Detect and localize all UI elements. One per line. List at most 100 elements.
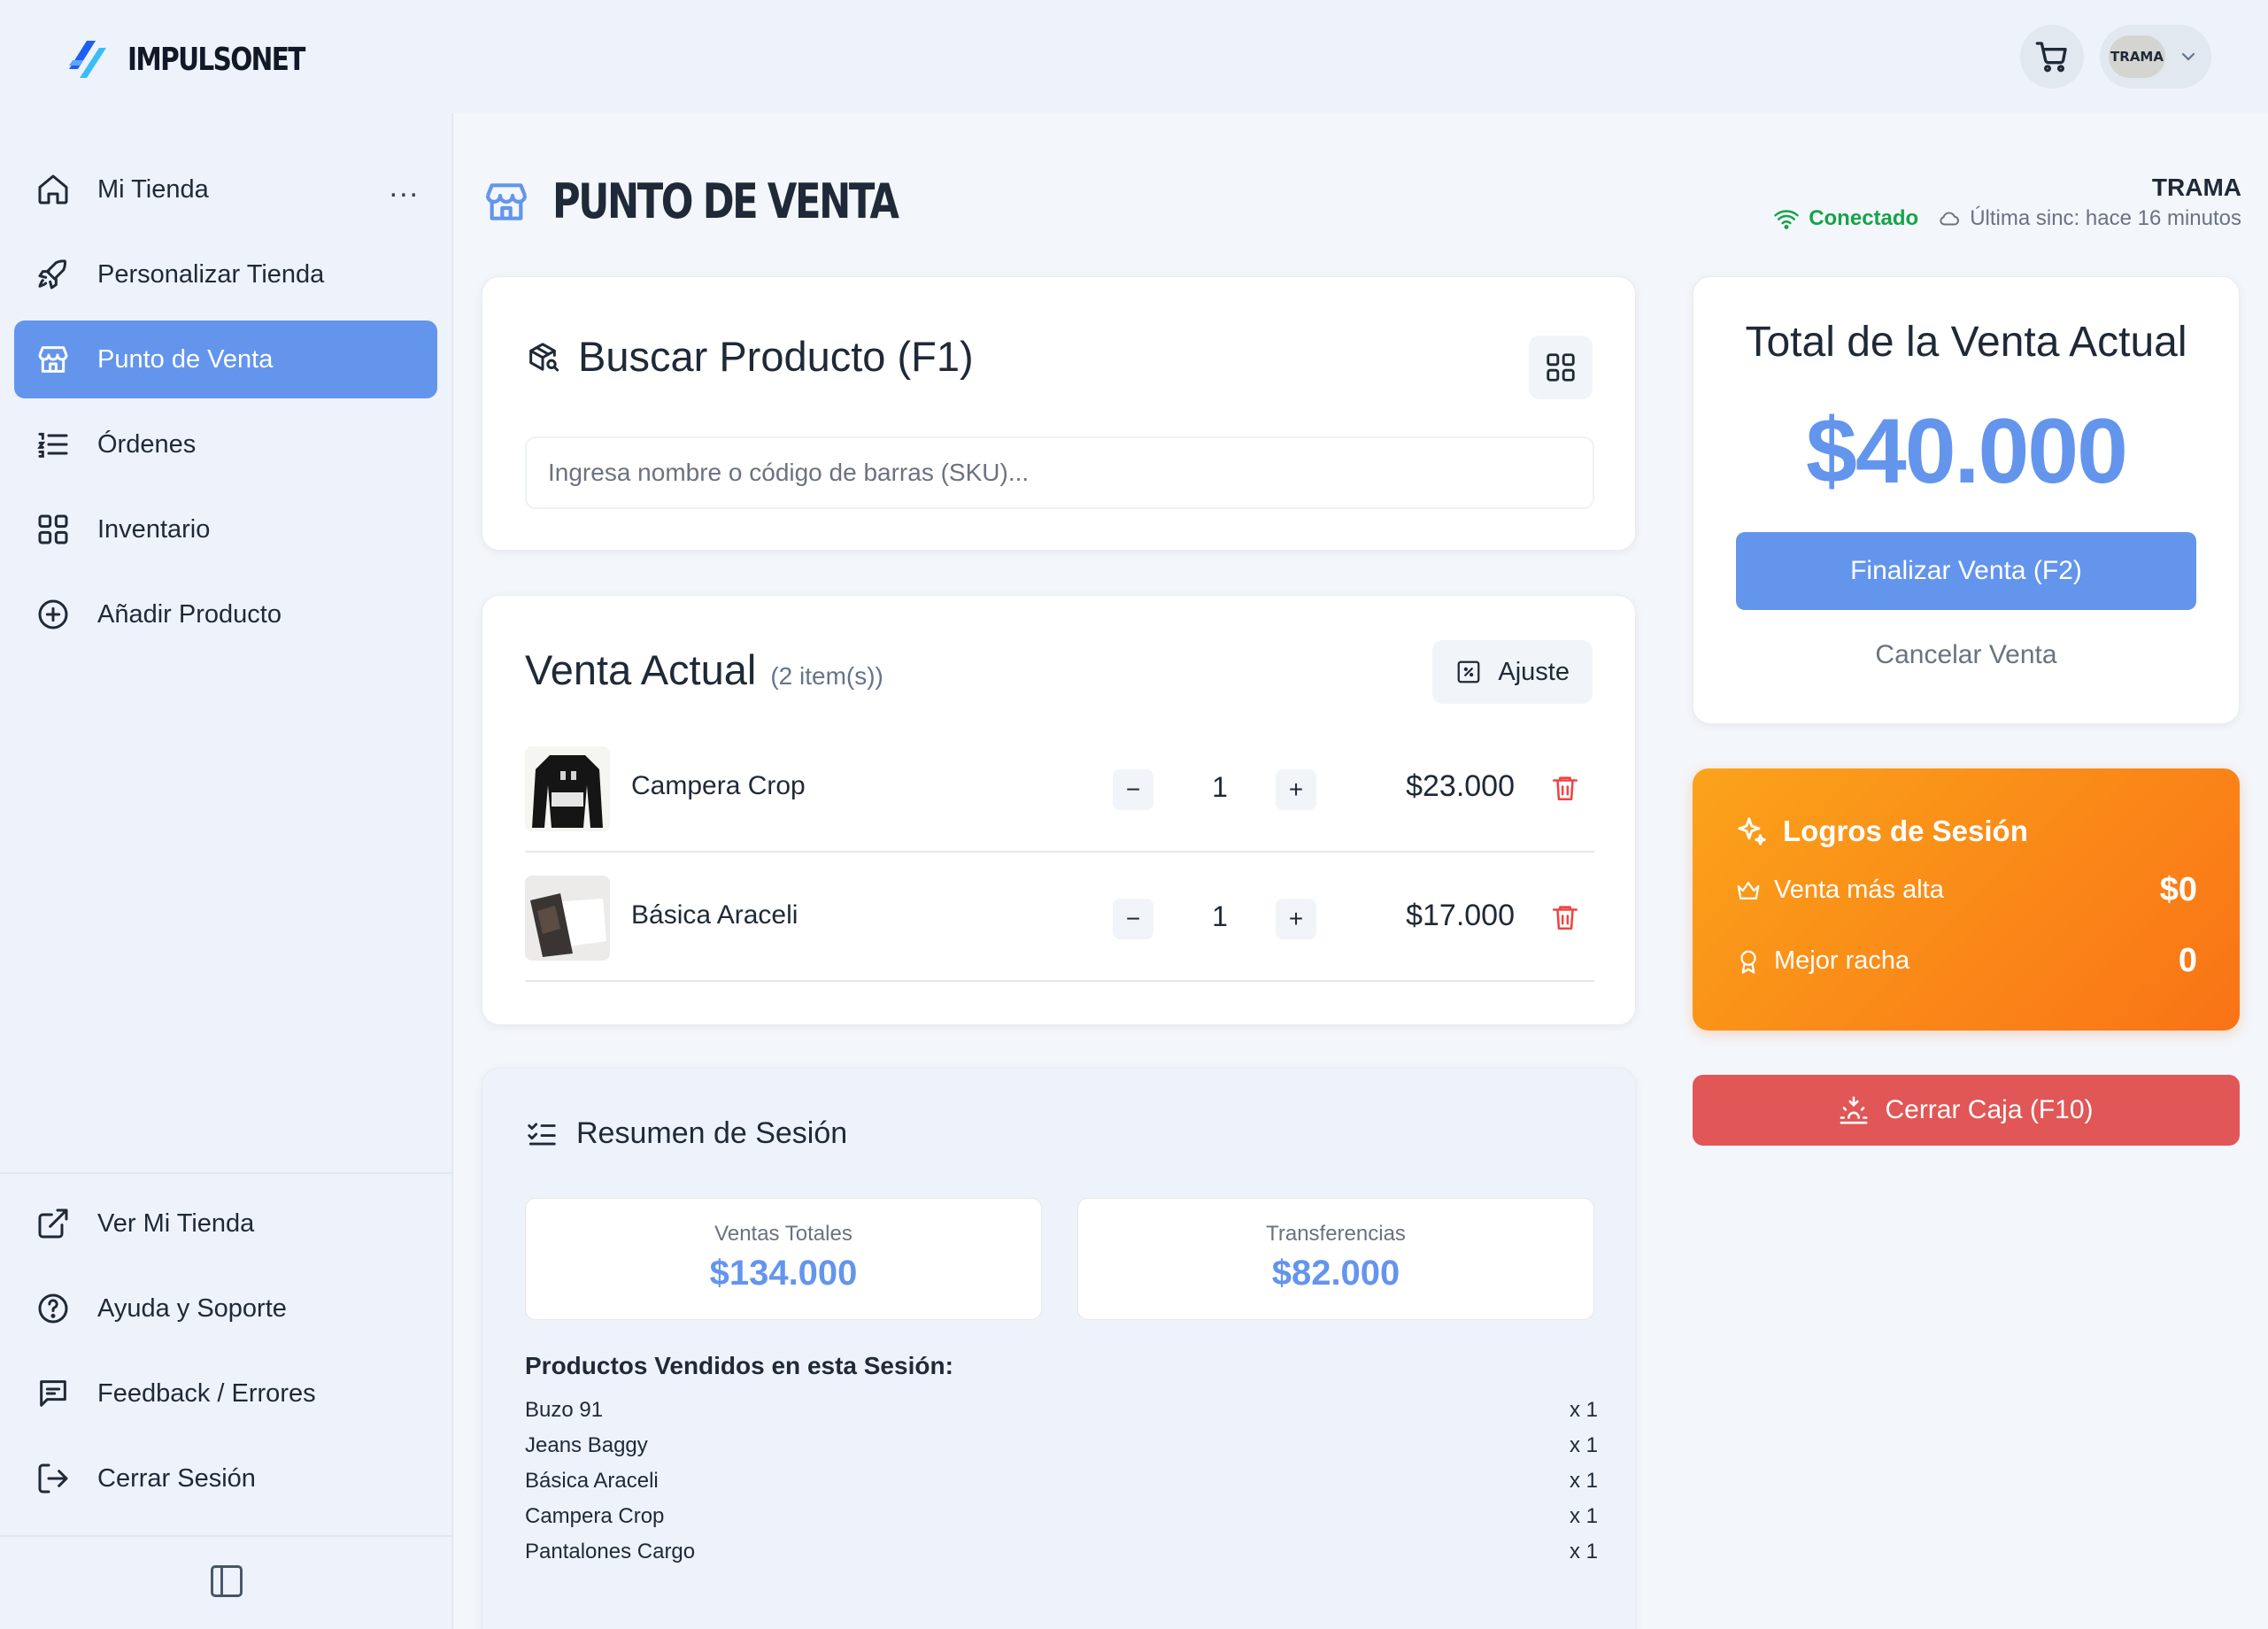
- sidebar-item-label: Añadir Producto: [97, 599, 282, 629]
- home-icon: [35, 172, 71, 207]
- connection-status: Conectado Última sinc: hace 16 minutos: [1773, 205, 2241, 232]
- sale-line-item: Campera Crop − 1 + $23.000: [525, 723, 1594, 853]
- total-amount: $40.000: [1806, 400, 2128, 503]
- sale-header: Venta Actual (2 item(s)): [525, 645, 883, 694]
- sold-product-name: Básica Araceli: [525, 1469, 659, 1493]
- sidebar-item-feedback[interactable]: Feedback / Errores: [14, 1355, 437, 1432]
- sold-product-row: Jeans Baggy x 1: [525, 1433, 1598, 1458]
- product-thumbnail: [525, 746, 610, 831]
- sidebar-item-label: Ver Mi Tienda: [97, 1208, 255, 1238]
- sparkles-icon: [1735, 814, 1769, 848]
- sidebar-item-cerrar-sesion[interactable]: Cerrar Sesión: [14, 1440, 437, 1517]
- current-sale-card: Venta Actual (2 item(s)) Ajuste Campera …: [482, 595, 1636, 1025]
- achievement-label: Mejor racha: [1735, 946, 2179, 976]
- sidebar: Mi Tienda ... Personalizar Tienda Punto …: [0, 113, 453, 1629]
- wifi-icon: [1773, 205, 1800, 232]
- stat-value: $134.000: [709, 1254, 858, 1293]
- crown-icon: [1735, 877, 1762, 904]
- session-achievements-card: Logros de Sesión Venta más alta $0 Mejor…: [1693, 768, 2240, 1031]
- sidebar-item-mi-tienda[interactable]: Mi Tienda ...: [14, 151, 437, 228]
- search-input[interactable]: [525, 436, 1594, 509]
- sidebar-item-ver-mi-tienda[interactable]: Ver Mi Tienda: [14, 1185, 437, 1262]
- sale-line-item: Básica Araceli − 1 + $17.000: [525, 853, 1594, 982]
- summary-title: Resumen de Sesión: [576, 1116, 848, 1150]
- sidebar-item-ordenes[interactable]: Órdenes: [14, 405, 437, 483]
- increase-qty-button[interactable]: +: [1276, 899, 1316, 939]
- sidebar-item-label: Feedback / Errores: [97, 1378, 316, 1408]
- search-title: Buscar Producto (F1): [525, 332, 974, 381]
- close-register-button[interactable]: Cerrar Caja (F10): [1693, 1075, 2240, 1146]
- avatar: TRAMA: [2109, 35, 2165, 78]
- log-out-icon: [35, 1461, 71, 1496]
- item-quantity: 1: [1212, 900, 1228, 932]
- more-options-icon[interactable]: ...: [390, 170, 420, 205]
- sale-item-count: (2 item(s)): [770, 662, 883, 690]
- award-icon: [1735, 948, 1762, 975]
- achievements-header: Logros de Sesión: [1735, 814, 2028, 848]
- achievement-value: $0: [2159, 871, 2197, 908]
- decrease-qty-button[interactable]: −: [1113, 899, 1153, 939]
- trash-icon[interactable]: [1550, 902, 1580, 932]
- cancel-sale-button[interactable]: Cancelar Venta: [1693, 640, 2239, 670]
- store-icon: [482, 177, 531, 227]
- brand-name: IMPULSONET: [127, 41, 305, 78]
- status-connected: Conectado: [1809, 206, 1919, 230]
- user-menu-button[interactable]: TRAMA: [2100, 25, 2211, 89]
- sidebar-item-personalizar-tienda[interactable]: Personalizar Tienda: [14, 235, 437, 313]
- percent-square-icon: [1455, 659, 1482, 685]
- sidebar-item-anadir-producto[interactable]: Añadir Producto: [14, 575, 437, 653]
- grid-icon: [35, 512, 71, 547]
- stat-label: Ventas Totales: [714, 1222, 852, 1246]
- sidebar-item-ayuda-soporte[interactable]: Ayuda y Soporte: [14, 1270, 437, 1347]
- panel-left-icon: [207, 1562, 246, 1601]
- stat-value: $82.000: [1271, 1254, 1400, 1293]
- grid-view-button[interactable]: [1529, 336, 1593, 399]
- increase-qty-button[interactable]: +: [1276, 769, 1316, 810]
- page-title: PUNTO DE VENTA: [552, 174, 899, 229]
- trash-icon[interactable]: [1550, 773, 1580, 803]
- stat-label: Transferencias: [1266, 1222, 1406, 1246]
- cloud-icon: [1938, 207, 1961, 230]
- sale-total-card: Total de la Venta Actual $40.000 Finaliz…: [1693, 276, 2240, 724]
- list-icon: [35, 427, 71, 462]
- sunset-icon: [1839, 1095, 1869, 1125]
- search-title-label: Buscar Producto (F1): [578, 333, 974, 380]
- sold-product-name: Buzo 91: [525, 1398, 604, 1422]
- achievement-label-text: Venta más alta: [1774, 876, 1944, 904]
- summary-header: Resumen de Sesión: [525, 1116, 847, 1151]
- sidebar-divider: [0, 1172, 453, 1174]
- store-name: TRAMA: [2151, 174, 2241, 201]
- search-card: Buscar Producto (F1): [482, 276, 1636, 551]
- brand-logo[interactable]: IMPULSONET: [60, 34, 343, 85]
- sold-product-qty: x 1: [1569, 1504, 1598, 1528]
- sidebar-item-label: Cerrar Sesión: [97, 1463, 256, 1493]
- cart-button[interactable]: [2020, 25, 2084, 89]
- achievement-value: 0: [2178, 942, 2197, 979]
- sidebar-item-label: Inventario: [97, 514, 211, 544]
- stat-total-sales: Ventas Totales $134.000: [525, 1198, 1042, 1320]
- sale-title: Venta Actual: [525, 646, 757, 693]
- close-register-label: Cerrar Caja (F10): [1885, 1095, 2094, 1124]
- session-summary-card: Resumen de Sesión Ventas Totales $134.00…: [482, 1068, 1636, 1629]
- store-icon: [35, 342, 71, 377]
- chevron-down-icon: [2178, 46, 2199, 67]
- item-price: $17.000: [1406, 899, 1515, 932]
- external-link-icon: [35, 1206, 71, 1241]
- last-sync: Última sinc: hace 16 minutos: [1970, 206, 2241, 230]
- decrease-qty-button[interactable]: −: [1113, 769, 1153, 810]
- finalize-sale-button[interactable]: Finalizar Venta (F2): [1736, 532, 2196, 610]
- sidebar-collapse-button[interactable]: [207, 1562, 246, 1601]
- sold-product-qty: x 1: [1569, 1469, 1598, 1493]
- sold-product-row: Pantalones Cargo x 1: [525, 1540, 1598, 1564]
- adjust-label: Ajuste: [1498, 657, 1570, 686]
- sidebar-item-punto-de-venta[interactable]: Punto de Venta: [14, 320, 437, 398]
- page-header: PUNTO DE VENTA: [482, 174, 984, 229]
- total-title: Total de la Venta Actual: [1745, 319, 2187, 366]
- adjust-button[interactable]: Ajuste: [1432, 640, 1593, 704]
- sidebar-item-label: Ayuda y Soporte: [97, 1293, 287, 1323]
- achievement-label-text: Mejor racha: [1774, 946, 1910, 975]
- achievements-title: Logros de Sesión: [1783, 814, 2028, 847]
- sidebar-item-inventario[interactable]: Inventario: [14, 490, 437, 568]
- grid-icon: [1544, 351, 1578, 384]
- achievement-label: Venta más alta: [1735, 876, 2160, 905]
